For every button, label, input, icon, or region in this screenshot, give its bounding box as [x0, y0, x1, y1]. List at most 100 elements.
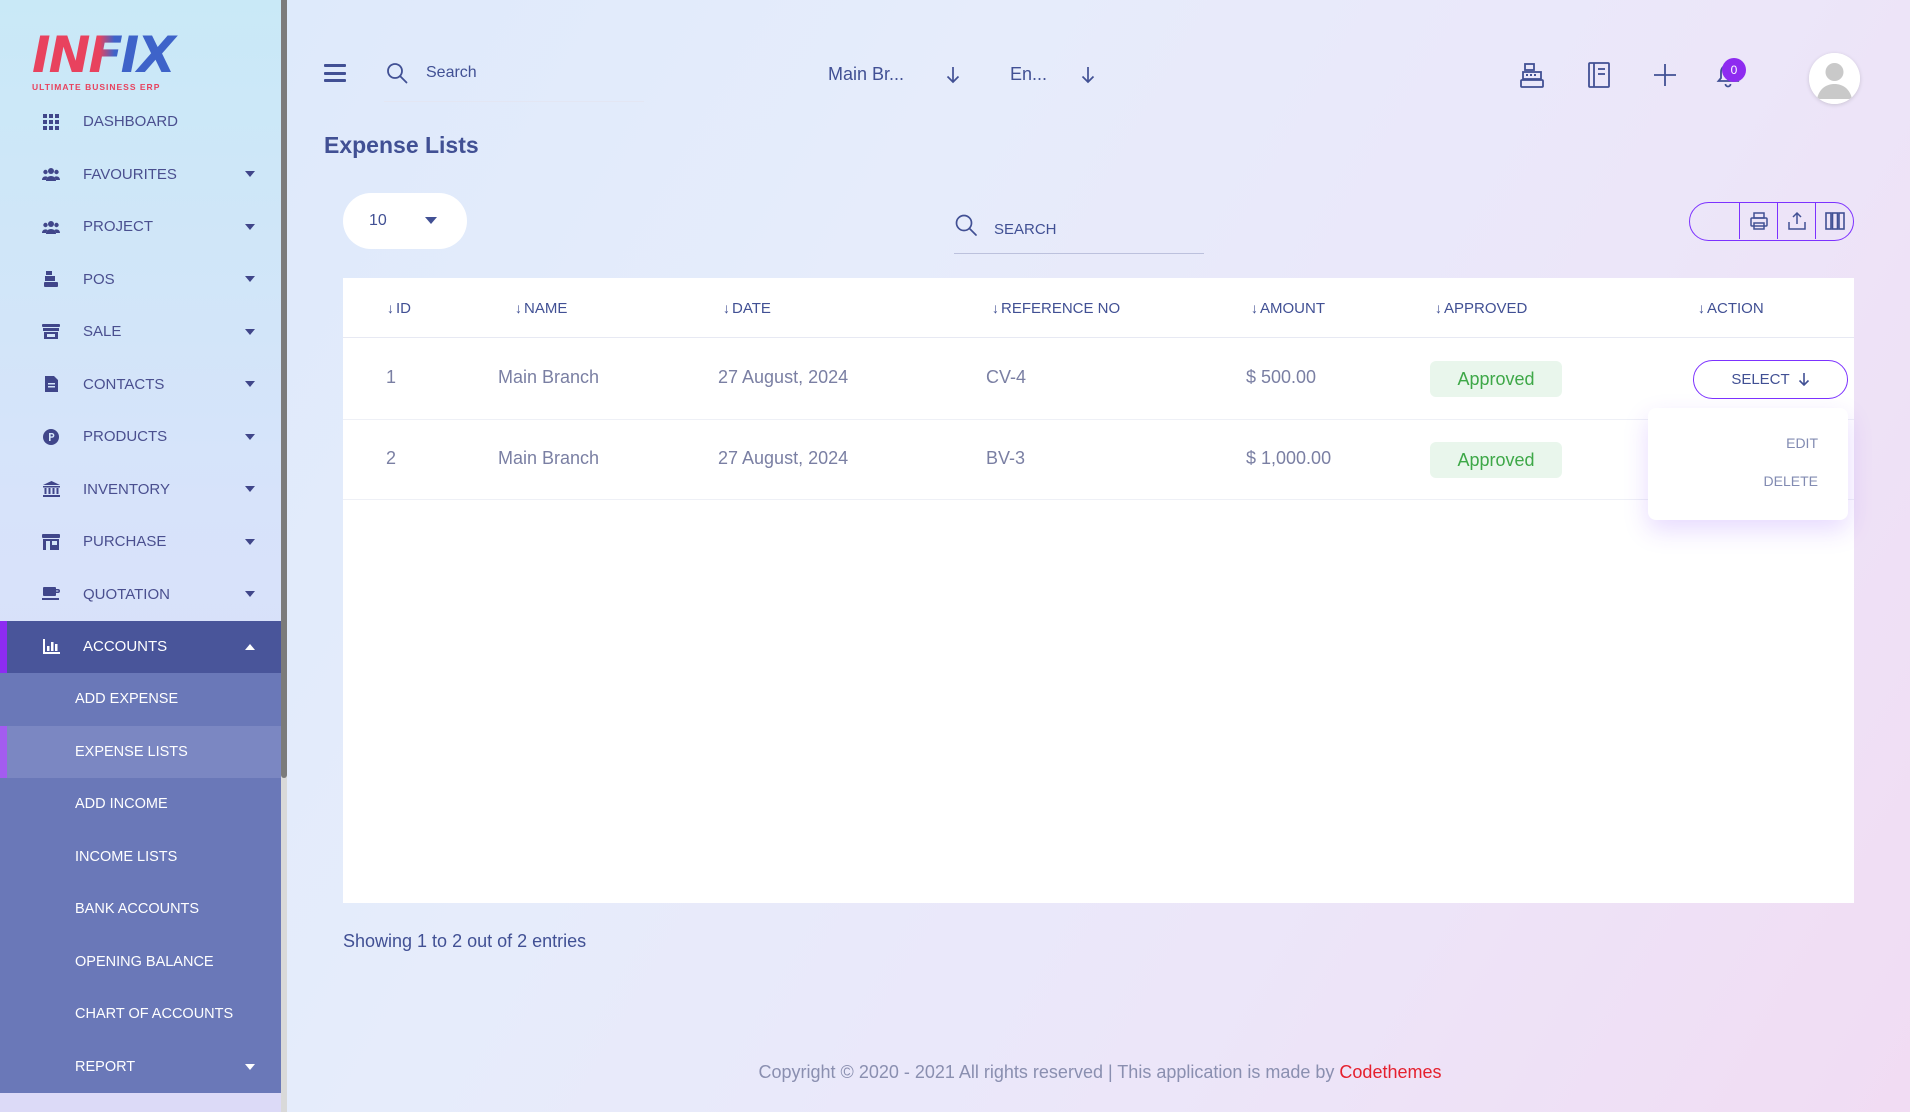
- edit-menu-item[interactable]: EDIT: [1786, 435, 1818, 451]
- header-divider: [343, 337, 1854, 338]
- sidebar-item-label: POS: [83, 270, 115, 288]
- column-header-id[interactable]: ↓ ID: [387, 300, 411, 317]
- user-avatar[interactable]: [1809, 53, 1860, 104]
- sidebar-item-inventory[interactable]: INVENTORY: [0, 463, 281, 516]
- grid-icon: [42, 113, 60, 131]
- pagination-summary: Showing 1 to 2 out of 2 entries: [343, 931, 587, 951]
- print-button[interactable]: [1739, 203, 1777, 239]
- caret-down-icon: [245, 433, 255, 440]
- pos-register-button[interactable]: [1517, 60, 1547, 90]
- cash-register-icon: [42, 270, 60, 288]
- sidebar-scrollbar-thumb[interactable]: [281, 0, 287, 778]
- hamburger-line: [324, 71, 346, 75]
- page-size-select[interactable]: 10: [343, 193, 467, 249]
- sidebar-subitem-opening-balance[interactable]: OPENING BALANCE: [0, 936, 281, 989]
- row-divider: [343, 499, 1854, 500]
- status-badge: Approved: [1430, 361, 1562, 397]
- language-select[interactable]: En...: [1010, 64, 1110, 90]
- logo-text: INFIX: [32, 30, 182, 80]
- sidebar-subitem-label: BANK ACCOUNTS: [75, 901, 200, 918]
- menu-toggle-button[interactable]: [324, 64, 346, 82]
- caret-up-icon: [245, 643, 255, 650]
- sidebar-subitem-label: CHART OF ACCOUNTS: [75, 1006, 234, 1023]
- sidebar-item-sale[interactable]: SALE: [0, 306, 281, 359]
- plus-icon: [1652, 62, 1678, 88]
- caret-down-icon: [245, 276, 255, 283]
- table-search: [954, 212, 1204, 254]
- hamburger-line: [324, 79, 346, 82]
- cell-amount: $ 1,000.00: [1246, 448, 1332, 468]
- add-new-button[interactable]: [1650, 60, 1680, 90]
- contact-book-icon: [42, 375, 60, 393]
- sort-arrow-icon: ↓: [515, 300, 522, 316]
- sidebar-subitem-bank-accounts[interactable]: BANK ACCOUNTS: [0, 883, 281, 936]
- cell-id: 1: [386, 367, 397, 387]
- product-badge-icon: [42, 428, 60, 446]
- caret-down-icon: [425, 217, 437, 224]
- caret-down-icon: [245, 381, 255, 388]
- column-header-action[interactable]: ↓ ACTION: [1698, 300, 1764, 317]
- sidebar-item-accounts[interactable]: ACCOUNTS: [0, 620, 281, 673]
- sidebar-item-products[interactable]: PRODUCTS: [0, 411, 281, 464]
- sidebar-item-purchase[interactable]: PURCHASE: [0, 516, 281, 569]
- sidebar-subitem-add-expense[interactable]: ADD EXPENSE: [0, 673, 281, 726]
- column-header-label: APPROVED: [1444, 300, 1528, 317]
- cell-date: 27 August, 2024: [718, 367, 849, 387]
- sidebar-item-label: CONTACTS: [83, 375, 165, 393]
- sidebar-item-project[interactable]: PROJECT: [0, 201, 281, 254]
- column-header-name[interactable]: ↓ NAME: [515, 300, 567, 317]
- sidebar-subitem-income-lists[interactable]: INCOME LISTS: [0, 831, 281, 884]
- action-select-button[interactable]: SELECT: [1693, 360, 1848, 399]
- caret-down-icon: [245, 223, 255, 230]
- caret-down-icon: [245, 486, 255, 493]
- column-header-label: NAME: [524, 300, 568, 317]
- columns-icon: [1824, 212, 1845, 230]
- search-icon: [386, 62, 408, 84]
- sidebar-item-favourites[interactable]: FAVOURITES: [0, 148, 281, 201]
- shop-icon: [42, 533, 60, 551]
- column-header-approved[interactable]: ↓ APPROVED: [1435, 300, 1527, 317]
- sidebar-subitem-add-income[interactable]: ADD INCOME: [0, 778, 281, 831]
- store-icon: [42, 323, 60, 341]
- delete-menu-item[interactable]: DELETE: [1764, 473, 1818, 489]
- logo[interactable]: INFIX ULTIMATE BUSINESS ERP: [32, 30, 182, 92]
- expense-table: ↓ ID ↓ NAME ↓ DATE ↓ REFERENCE NO ↓ AMOUNT ↓ A…: [343, 278, 1854, 903]
- row-divider: [343, 419, 1854, 420]
- column-header-label: AMOUNT: [1260, 300, 1325, 317]
- notebook-button[interactable]: [1584, 60, 1614, 90]
- search-icon: [954, 213, 978, 237]
- cell-name: Main Branch: [498, 448, 600, 468]
- column-header-label: ID: [396, 300, 411, 317]
- sort-arrow-icon: ↓: [1435, 300, 1442, 316]
- sidebar-item-label: PURCHASE: [83, 533, 167, 551]
- footer-text: Copyright © 2020 - 2021 All rights reser…: [758, 1062, 1340, 1082]
- sidebar-item-label: INVENTORY: [83, 480, 170, 498]
- status-badge: Approved: [1430, 442, 1562, 478]
- sidebar-scrollbar[interactable]: [281, 0, 287, 1112]
- action-select-label: SELECT: [1731, 371, 1790, 388]
- sidebar-item-dashboard[interactable]: DASHBOARD: [0, 95, 281, 148]
- sidebar-subitem-chart-of-accounts[interactable]: CHART OF ACCOUNTS: [0, 988, 281, 1041]
- caret-down-icon: [245, 538, 255, 545]
- footer-link[interactable]: Codethemes: [1339, 1062, 1441, 1082]
- users-icon: [42, 165, 60, 183]
- sidebar-item-pos[interactable]: POS: [0, 253, 281, 306]
- export-button[interactable]: [1777, 203, 1815, 239]
- sidebar-item-quotation[interactable]: QUOTATION: [0, 568, 281, 621]
- sidebar-subitem-expense-lists[interactable]: EXPENSE LISTS: [0, 725, 281, 778]
- chart-icon: [42, 638, 60, 656]
- column-header-reference-no[interactable]: ↓ REFERENCE NO: [992, 300, 1120, 317]
- branch-select[interactable]: Main Br...: [828, 64, 968, 90]
- cell-amount: $ 500.00: [1246, 367, 1317, 387]
- columns-button[interactable]: [1815, 203, 1853, 239]
- sidebar-item-contacts[interactable]: CONTACTS: [0, 358, 281, 411]
- sort-arrow-icon: ↓: [723, 300, 730, 316]
- column-header-amount[interactable]: ↓ AMOUNT: [1251, 300, 1325, 317]
- footer: Copyright © 2020 - 2021 All rights reser…: [0, 1062, 1910, 1083]
- column-header-date[interactable]: ↓ DATE: [723, 300, 771, 317]
- sidebar-subitem-label: ADD EXPENSE: [75, 691, 179, 708]
- cell-reference: BV-3: [986, 448, 1026, 468]
- top-search-input[interactable]: [426, 62, 626, 84]
- users-icon: [42, 218, 60, 236]
- table-search-input[interactable]: [994, 218, 1194, 240]
